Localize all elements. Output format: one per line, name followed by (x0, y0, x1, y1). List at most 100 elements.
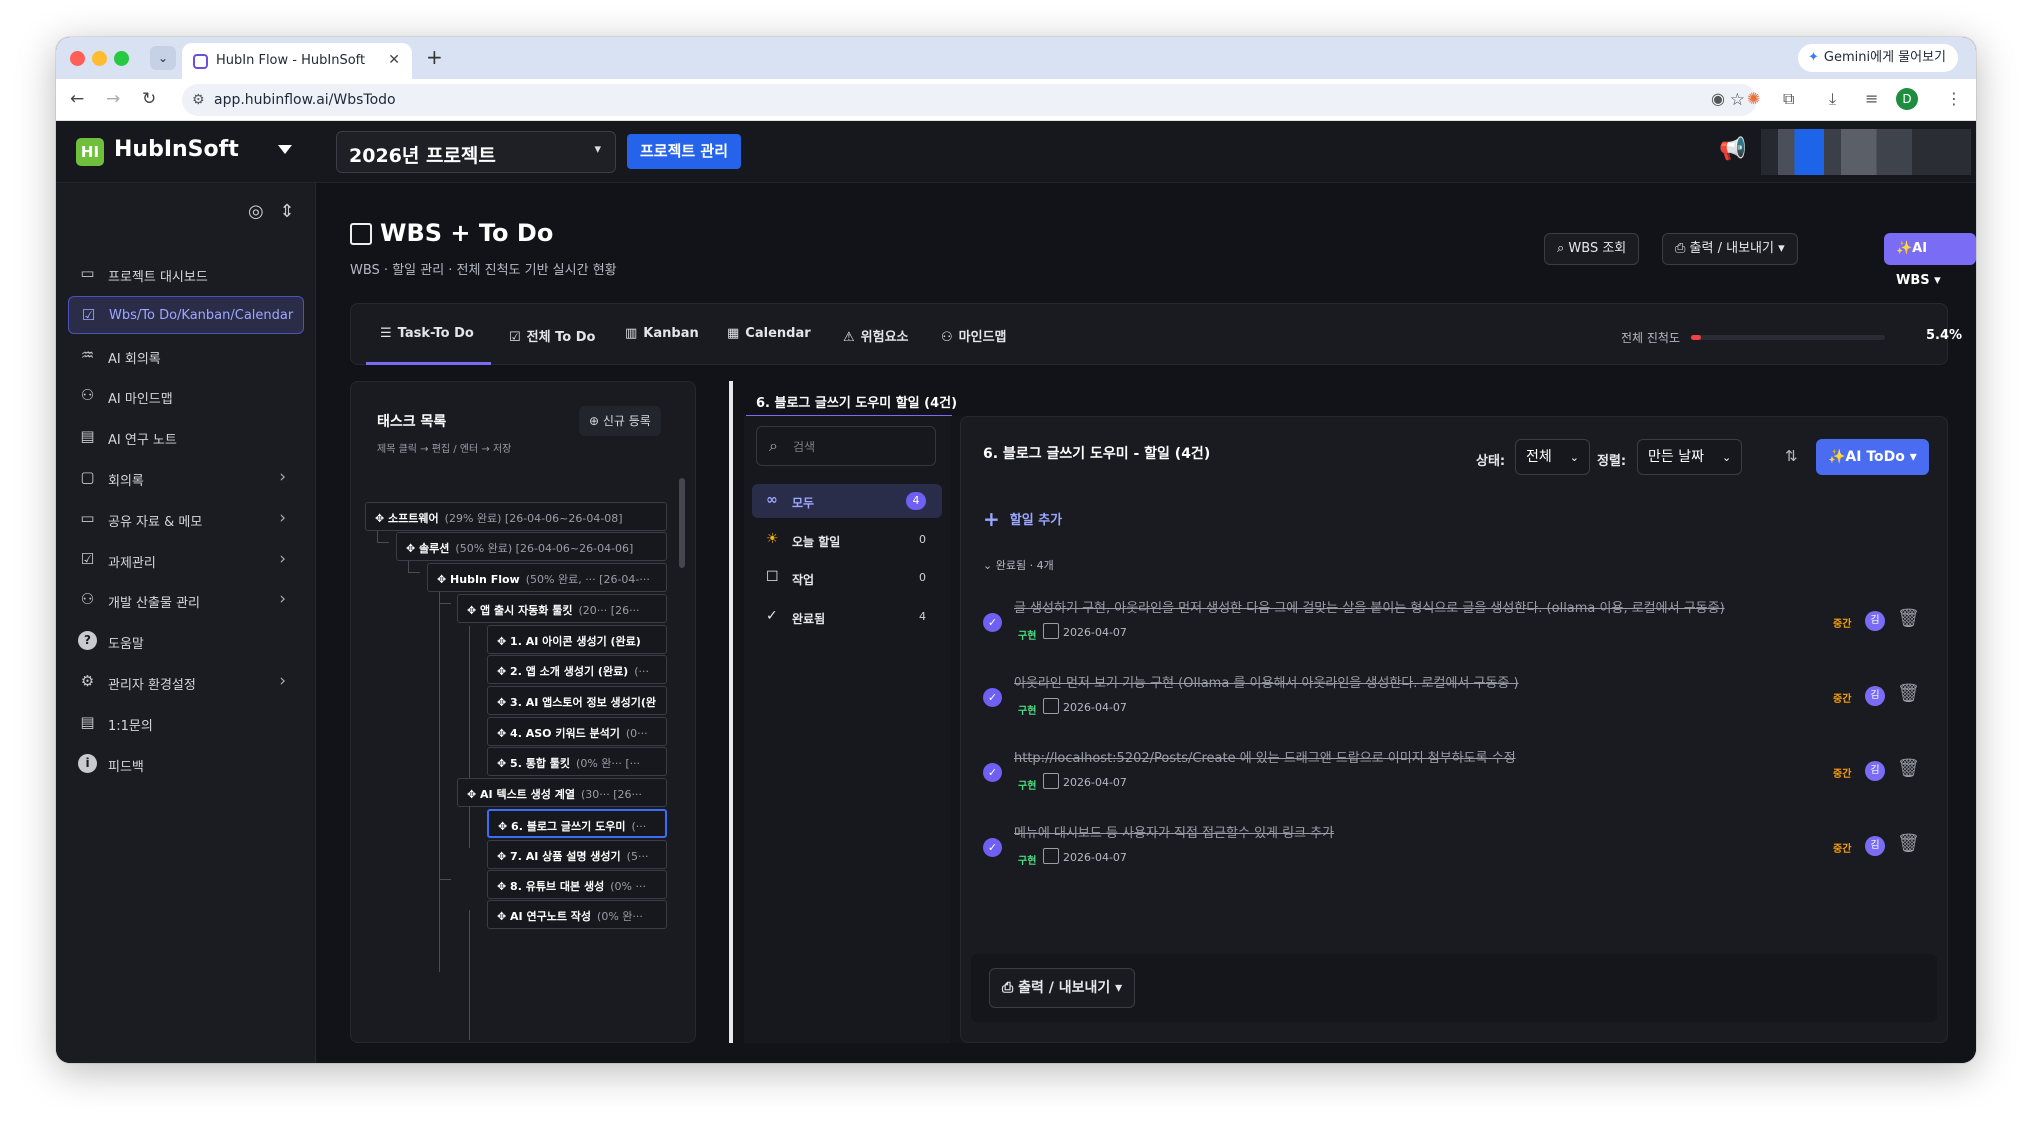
add-todo-button[interactable]: + 할일 추가 (983, 507, 1062, 531)
move-handle-icon[interactable]: ✥ (497, 850, 510, 863)
project-manage-button[interactable]: 프로젝트 관리 (627, 134, 742, 169)
todo-text[interactable]: 메뉴에 대시보드 등 사용자가 직접 접근할수 있게 링크 추가 (1014, 822, 1334, 841)
task-tree-node[interactable]: ✥ 1. AI 아이콘 생성기 (완료) (487, 625, 667, 654)
move-handle-icon[interactable]: ✥ (497, 910, 510, 923)
assignee-avatar[interactable]: 김 (1865, 611, 1885, 631)
move-handle-icon[interactable]: ✥ (498, 820, 511, 833)
task-tree-node[interactable]: ✥ AI 텍스트 생성 계열 (30··· [26··· (457, 778, 667, 807)
todo-date[interactable]: 2026-04-07 (1063, 626, 1127, 639)
priority-badge[interactable]: 중간 (1833, 615, 1851, 630)
task-tree-node[interactable]: ✥ AI 연구노트 작성 (0% 완··· (487, 900, 667, 929)
move-handle-icon[interactable]: ✥ (497, 665, 510, 678)
todo-date[interactable]: 2026-04-07 (1063, 851, 1127, 864)
megaphone-icon[interactable]: 📢 (1719, 137, 1746, 162)
todo-date[interactable]: 2026-04-07 (1063, 776, 1127, 789)
assignee-avatar[interactable]: 김 (1865, 686, 1885, 706)
forward-arrow-icon[interactable]: → (106, 89, 120, 109)
task-tree-node[interactable]: ✥ 앱 출시 자동화 툴킷 (20··· [26··· (457, 594, 667, 623)
wbs-view-button[interactable]: ⌕ WBS 조회 (1544, 233, 1640, 265)
status-select[interactable]: 전체 ⌄ (1515, 439, 1590, 475)
completed-check-icon[interactable]: ✓ (983, 763, 1002, 782)
project-select[interactable]: 2026년 프로젝트 ▾ (336, 131, 616, 173)
move-handle-icon[interactable]: ✥ (497, 727, 510, 740)
completed-group-header[interactable]: ⌄ 완료됨 · 4개 (983, 557, 1054, 573)
sidebar-item[interactable]: ▭ 프로젝트 대시보드 (68, 255, 304, 293)
todo-item[interactable]: ✓ 메뉴에 대시보드 등 사용자가 직접 접근할수 있게 링크 추가 구현 2026-… (961, 814, 1947, 888)
tab-view[interactable]: ☰ Task-To Do (380, 326, 474, 341)
target-icon[interactable]: ◎ (248, 201, 264, 222)
task-tree-node[interactable]: ✥ 5. 통합 툴킷 (0% 완··· [··· (487, 747, 667, 776)
completed-check-icon[interactable]: ✓ (983, 613, 1002, 632)
reload-icon[interactable]: ↻ (142, 89, 156, 109)
sidebar-item[interactable]: ♒ AI 회의록 (68, 337, 304, 375)
tab-view[interactable]: ⚠ 위험요소 (843, 326, 909, 345)
filter-item[interactable]: ☐ 작업 0 (752, 561, 942, 595)
export-button[interactable]: ⎙ 출력 / 내보내기 ▾ (1662, 233, 1798, 265)
reading-list-icon[interactable]: ≡ (1865, 89, 1878, 108)
trash-icon[interactable]: 🗑 (1897, 683, 1920, 704)
site-settings-icon[interactable]: ⚙ (192, 84, 205, 116)
tab-search-dropdown[interactable]: ⌄ (150, 46, 176, 70)
brand-name[interactable]: HubInSoft (114, 137, 239, 162)
move-handle-icon[interactable]: ✥ (497, 696, 510, 709)
profile-avatar[interactable]: D (1896, 88, 1918, 110)
export-button-bottom[interactable]: ⎙ 출력 / 내보내기 ▾ (989, 968, 1136, 1008)
bookmark-star-icon[interactable]: ☆ (1730, 84, 1745, 116)
todo-text[interactable]: http://localhost:5202/Posts/Create 에 있는 … (1014, 747, 1516, 766)
sidebar-item[interactable]: i 피드백 (68, 745, 304, 783)
todo-text[interactable]: 아웃라인 먼저 보기 기능 구현 (Ollama 를 이용해서 아웃라인을 생성… (1014, 672, 1519, 691)
url-field[interactable]: ⚙ app.hubinflow.ai/WbsTodo ☆ (182, 84, 1757, 116)
task-tree-node[interactable]: ✥ 4. ASO 키워드 분석기 (0··· (487, 717, 667, 746)
move-handle-icon[interactable]: ✥ (406, 542, 419, 555)
sidebar-item[interactable]: ⚇ AI 마인드맵 (68, 377, 304, 415)
task-tree-node[interactable]: ✥ HubIn Flow (50% 완료, ··· [26-04-··· (427, 563, 667, 592)
trash-icon[interactable]: 🗑 (1897, 608, 1920, 629)
move-handle-icon[interactable]: ✥ (467, 604, 480, 617)
todo-item[interactable]: ✓ 글 생성하기 구현, 아웃라인을 먼저 생성한 다음 그에 걸맞는 살을 붙이… (961, 589, 1947, 663)
browser-tab-active[interactable]: HubIn Flow - HubInSoft ✕ (182, 43, 412, 79)
extensions-icon[interactable]: ⧉ (1783, 89, 1794, 109)
sidebar-item[interactable]: ▤ AI 연구 노트 (68, 418, 304, 456)
sidebar-item[interactable]: ⚙ 관리자 환경설정 › (68, 663, 304, 701)
task-tree-node[interactable]: ✥ 2. 앱 소개 생성기 (완료) (··· (487, 655, 667, 684)
claude-extension-icon[interactable]: ✺ (1747, 89, 1760, 108)
trash-icon[interactable]: 🗑 (1897, 758, 1920, 779)
new-tab-button[interactable]: + (426, 45, 443, 69)
task-tree-node[interactable]: ✥ 8. 유튜브 대본 생성 (0% ··· (487, 870, 667, 899)
tab-view[interactable]: ⚇ 마인드맵 (941, 326, 1007, 345)
search-input[interactable]: ⌕ 검색 (756, 426, 936, 466)
sort-select[interactable]: 만든 날짜 ⌄ (1637, 439, 1743, 475)
move-handle-icon[interactable]: ✥ (437, 573, 450, 586)
sort-direction-icon[interactable]: ⇅ (1785, 447, 1798, 465)
tab-view[interactable]: ▦ Calendar (727, 326, 811, 341)
task-tree-node[interactable]: ✥ 7. AI 상품 설명 생성기 (5··· (487, 840, 667, 869)
assignee-avatar[interactable]: 김 (1865, 836, 1885, 856)
tab-view[interactable]: ☑ 전체 To Do (509, 326, 595, 345)
move-handle-icon[interactable]: ✥ (497, 757, 510, 770)
todo-date[interactable]: 2026-04-07 (1063, 701, 1127, 714)
ai-todo-button[interactable]: ✨AI ToDo ▾ (1816, 439, 1929, 475)
move-handle-icon[interactable]: ✥ (497, 635, 510, 648)
gemini-button[interactable]: ✦ Gemini에게 물어보기 (1798, 44, 1958, 72)
todo-item[interactable]: ✓ 아웃라인 먼저 보기 기능 구현 (Ollama 를 이용해서 아웃라인을 생… (961, 664, 1947, 738)
completed-check-icon[interactable]: ✓ (983, 688, 1002, 707)
expand-collapse-icon[interactable]: ⇕ (279, 201, 294, 222)
tab-view[interactable]: ▥ Kanban (625, 326, 699, 341)
priority-badge[interactable]: 중간 (1833, 840, 1851, 855)
download-icon[interactable]: ⤓ (1829, 89, 1836, 109)
move-handle-icon[interactable]: ✥ (375, 512, 388, 525)
todo-item[interactable]: ✓ http://localhost:5202/Posts/Create 에 있는… (961, 739, 1947, 813)
sidebar-item[interactable]: ? 도움말 (68, 622, 304, 660)
brand-caret-icon[interactable] (278, 145, 292, 154)
move-handle-icon[interactable]: ✥ (497, 880, 510, 893)
task-tree-node[interactable]: ✥ 6. 블로그 글쓰기 도우미 (··· (487, 809, 667, 838)
filter-item[interactable]: ✓ 완료됨 4 (752, 600, 942, 634)
minimize-window-button[interactable] (92, 51, 107, 66)
sidebar-item[interactable]: ☑ 과제관리 › (68, 541, 304, 579)
filter-item[interactable]: ☀ 오늘 할일 0 (752, 523, 942, 557)
sidebar-item[interactable]: ▭ 공유 자료 & 메모 › (68, 500, 304, 538)
ai-wbs-button[interactable]: ✨AI WBS ▾ (1884, 233, 1976, 288)
zoom-window-button[interactable] (114, 51, 129, 66)
detail-tab-label[interactable]: 6. 블로그 글쓰기 도우미 할일 (4건) (756, 392, 957, 411)
task-tree-node[interactable]: ✥ 소프트웨어 (29% 완료) [26-04-06~26-04-08] (365, 502, 667, 531)
